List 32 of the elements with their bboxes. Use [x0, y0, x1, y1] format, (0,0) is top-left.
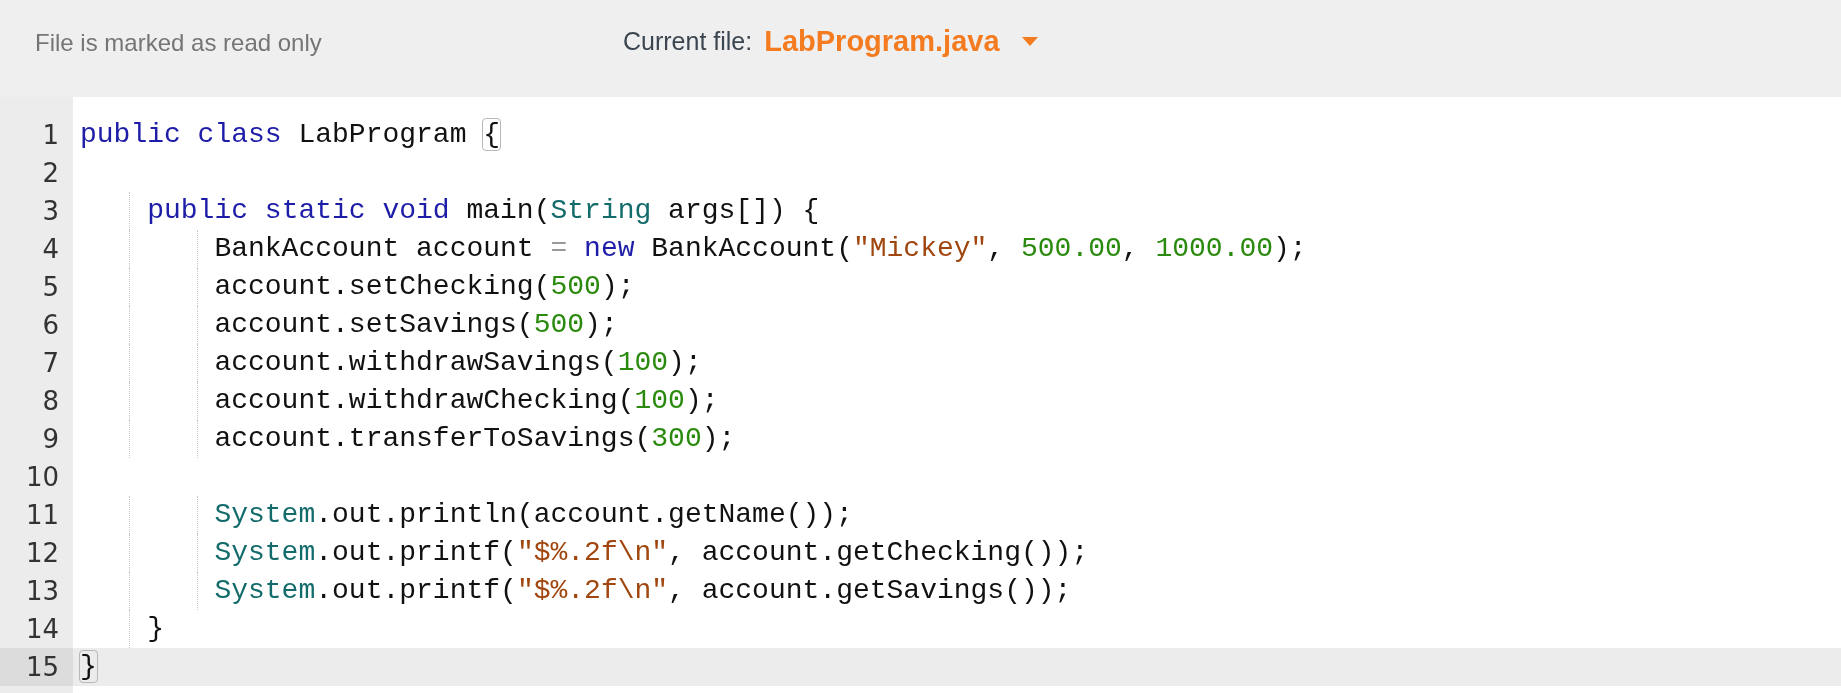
line-number: 7 [41, 346, 60, 380]
code-line: account.withdrawChecking(100); [214, 384, 719, 418]
line-number: 12 [24, 536, 60, 570]
line-number: 15 [0, 648, 73, 686]
line-number: 6 [41, 308, 60, 342]
file-dropdown[interactable]: LabProgram.java [764, 20, 1038, 64]
code-line: public static void main(String args[]) { [147, 194, 820, 228]
current-file-label: Current file: [623, 26, 753, 57]
line-number: 5 [41, 270, 60, 304]
line-number: 14 [24, 612, 60, 646]
code-line: account.setSavings(500); [214, 308, 618, 342]
line-number: 11 [24, 498, 60, 532]
code-line: System.out.println(account.getName()); [214, 498, 853, 532]
code-line: account.setChecking(500); [214, 270, 635, 304]
line-number: 4 [41, 232, 60, 266]
caret-icon [1021, 36, 1038, 47]
line-number: 13 [24, 574, 60, 608]
code-line: account.transferToSavings(300); [214, 422, 736, 456]
code-line: System.out.printf("$%.2f\n", account.getSavings()); [214, 574, 1072, 608]
read-only-notice: File is marked as read only [35, 28, 322, 58]
code-line: BankAccount account = new BankAccount("Mickey", 500.00, 1000.00); [214, 232, 1307, 266]
line-number: 9 [41, 422, 60, 456]
line-number: 3 [41, 194, 60, 228]
line-number: 1 [41, 118, 60, 152]
code-line: account.withdrawSavings(100); [214, 346, 702, 380]
line-number: 10 [24, 460, 60, 494]
code-line: } [80, 650, 97, 684]
line-number: 2 [41, 156, 60, 190]
line-number: 8 [41, 384, 60, 418]
code-line: public class LabProgram { [80, 118, 501, 152]
code-line: } [147, 612, 164, 646]
code-line: System.out.printf("$%.2f\n", account.getChecking()); [214, 536, 1089, 570]
